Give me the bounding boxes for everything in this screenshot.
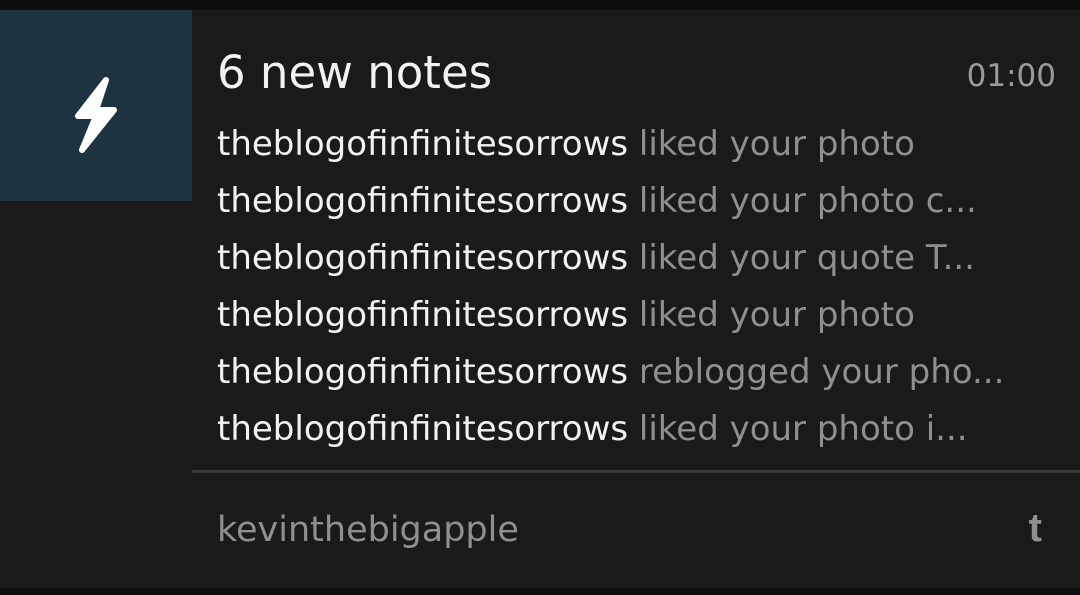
notification-icon-tile — [0, 10, 192, 201]
line-username: theblogofinfinitesorrows — [217, 181, 629, 221]
line-action: liked your photo c... — [638, 181, 977, 221]
notification-line: theblogofinfinitesorrows liked your phot… — [217, 116, 1077, 173]
line-action: reblogged your pho... — [638, 352, 1005, 392]
notification-line: theblogofinfinitesorrows reblogged your … — [217, 344, 1077, 401]
line-username: theblogofinfinitesorrows — [217, 295, 629, 335]
notification-time: 01:00 — [966, 58, 1056, 94]
account-name: kevinthebigapple — [217, 510, 519, 550]
status-bar-edge — [0, 0, 1080, 10]
lightning-bolt-icon — [75, 77, 117, 153]
line-username: theblogofinfinitesorrows — [217, 352, 629, 392]
line-username: theblogofinfinitesorrows — [217, 124, 629, 164]
line-username: theblogofinfinitesorrows — [217, 238, 629, 278]
line-action: liked your quote T... — [638, 238, 975, 278]
tumblr-icon: t — [1028, 506, 1042, 550]
notification-line: theblogofinfinitesorrows liked your quot… — [217, 230, 1077, 287]
panel-edge — [0, 588, 1080, 595]
notification-line: theblogofinfinitesorrows liked your phot… — [217, 401, 1077, 458]
notification-title: 6 new notes — [217, 46, 493, 99]
line-action: liked your photo i... — [638, 409, 968, 449]
line-username: theblogofinfinitesorrows — [217, 409, 629, 449]
line-action: liked your photo — [638, 295, 915, 335]
notification-line: theblogofinfinitesorrows liked your phot… — [217, 287, 1077, 344]
notification-line: theblogofinfinitesorrows liked your phot… — [217, 173, 1077, 230]
notification-divider — [192, 470, 1080, 473]
line-action: liked your photo — [638, 124, 915, 164]
notification-lines: theblogofinfinitesorrows liked your phot… — [217, 116, 1077, 458]
notification-card[interactable]: 6 new notes 01:00 theblogofinfinitesorro… — [0, 10, 1080, 588]
